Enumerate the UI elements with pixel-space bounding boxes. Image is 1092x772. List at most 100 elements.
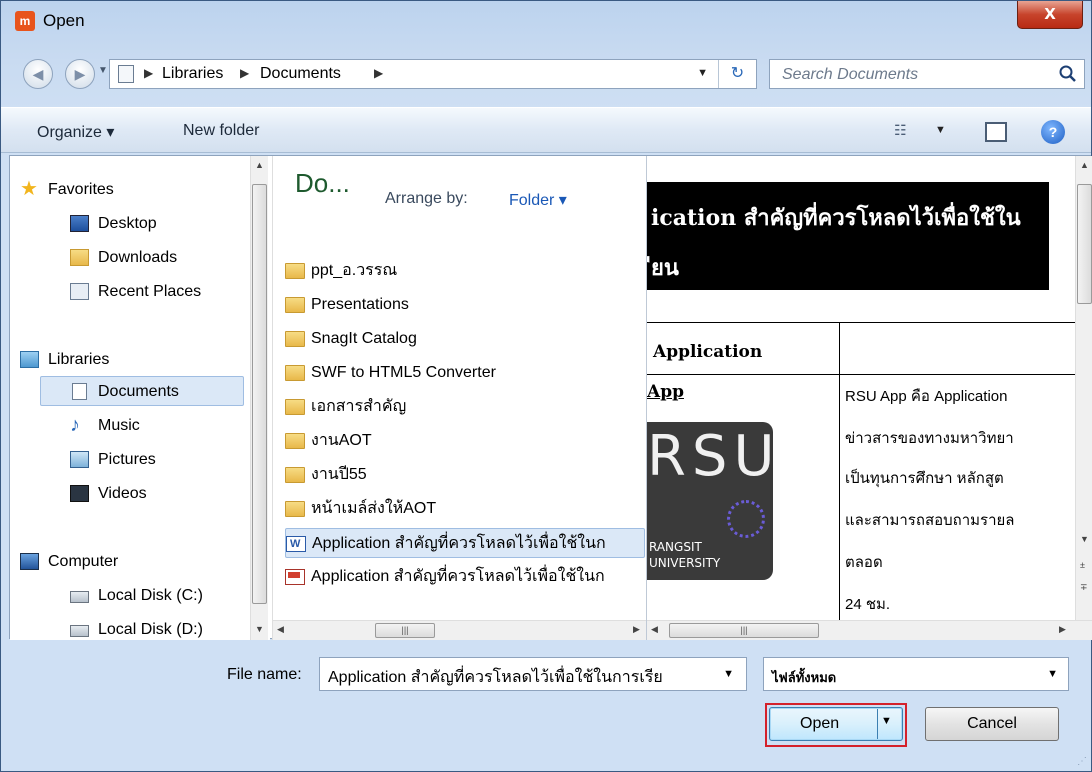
file-name-dropdown-icon[interactable]: ▼ (723, 668, 734, 680)
preview-pane: ication สำคัญที่ควรโหลดไว้เพื่อใช้ใน ียน… (646, 156, 1092, 640)
address-bar[interactable]: ▶ Libraries ▶ Documents ▶ ▼ ↻ (109, 59, 757, 89)
preview-scroll-thumb[interactable] (1077, 184, 1092, 304)
libraries-icon (20, 351, 39, 368)
scroll-left-icon[interactable]: ◀ (277, 624, 284, 635)
preview-text-line: ตลอด (845, 554, 883, 571)
nav-local-disk-c[interactable]: Local Disk (C:) (70, 582, 203, 610)
list-item-selected[interactable]: Application สำคัญที่ควรโหลดไว้เพื่อใช้ใน… (285, 528, 645, 558)
folder-icon (285, 501, 305, 517)
prev-page-icon[interactable]: ± (1080, 560, 1085, 570)
nav-libraries[interactable]: Libraries (20, 346, 109, 374)
breadcrumb-arrow-icon[interactable]: ▶ (144, 66, 153, 80)
preview-vertical-scrollbar[interactable]: ▲ ▼ ± ∓ (1075, 156, 1092, 620)
star-icon: ★ (20, 178, 38, 200)
file-scroll-thumb[interactable]: ||| (375, 623, 435, 638)
list-item[interactable]: หน้าเมล์ส่งให้AOT (285, 494, 645, 524)
search-icon[interactable] (1058, 64, 1078, 84)
music-icon: ♪ (70, 414, 80, 436)
nav-recent-places[interactable]: Recent Places (70, 278, 201, 306)
nav-scroll-thumb[interactable] (252, 184, 267, 604)
nav-vertical-scrollbar[interactable]: ▲ ▼ (250, 156, 268, 640)
nav-documents[interactable]: Documents (72, 378, 179, 406)
list-item[interactable]: งานAOT (285, 426, 645, 456)
nav-downloads[interactable]: Downloads (70, 244, 177, 272)
file-type-dropdown-icon[interactable]: ▼ (1047, 668, 1058, 680)
nav-local-disk-d[interactable]: Local Disk (D:) (70, 616, 203, 640)
rsu-logo-line-1: RANGSIT (649, 540, 702, 554)
file-horizontal-scrollbar[interactable]: ◀ ||| ▶ (273, 620, 646, 640)
scroll-left-icon[interactable]: ◀ (651, 624, 658, 635)
preview-app-link: App (647, 382, 684, 402)
scroll-up-icon[interactable]: ▲ (255, 160, 264, 170)
back-button[interactable]: ◀ (23, 59, 53, 89)
title-bar: m Open X (1, 1, 1091, 43)
list-item[interactable]: SnagIt Catalog (285, 324, 645, 354)
nav-favorites[interactable]: ★ Favorites (20, 176, 114, 204)
forward-button[interactable]: ▶ (65, 59, 95, 89)
disk-d-icon (70, 625, 89, 637)
address-dropdown-icon[interactable]: ▼ (697, 67, 708, 79)
help-icon[interactable]: ? (1041, 120, 1065, 144)
change-view-icon[interactable]: ☷ (894, 122, 907, 139)
nav-music[interactable]: ♪ Music (70, 412, 140, 440)
nav-computer[interactable]: Computer (20, 548, 118, 576)
preview-text-line: 24 ชม. (845, 596, 891, 613)
list-item[interactable]: ppt_อ.วรรณ (285, 256, 645, 286)
list-item[interactable]: เอกสารสำคัญ (285, 392, 645, 422)
list-item[interactable]: งานปี55 (285, 460, 645, 490)
navigation-pane: ★ Favorites Desktop Downloads Recent Pla… (10, 156, 270, 640)
preview-heading-line-1: ication สำคัญที่ควรโหลดไว้เพื่อใช้ใน (651, 205, 1021, 231)
rsu-logo-image: RSU RANGSIT UNIVERSITY (647, 422, 774, 580)
scroll-down-icon[interactable]: ▼ (1080, 534, 1089, 544)
cancel-button[interactable]: Cancel (925, 707, 1059, 741)
preview-pane-icon[interactable] (985, 122, 1007, 142)
preview-column-header: Application (653, 342, 763, 362)
breadcrumb-arrow-icon[interactable]: ▶ (240, 66, 249, 80)
breadcrumb-libraries[interactable]: Libraries (162, 65, 223, 83)
breadcrumb-documents[interactable]: Documents (260, 65, 341, 83)
videos-icon (70, 485, 89, 502)
resize-grip-icon[interactable]: ⋰ (1077, 756, 1087, 767)
scroll-right-icon[interactable]: ▶ (633, 624, 640, 635)
open-split-divider (877, 709, 878, 739)
scroll-right-icon[interactable]: ▶ (1059, 624, 1066, 635)
recent-pages-dropdown-icon[interactable]: ▼ (98, 65, 108, 76)
nav-videos[interactable]: Videos (70, 480, 147, 508)
file-list-pane: Do... Arrange by: Folder ▾ ppt_อ.วรรณ Pr… (272, 156, 646, 640)
view-dropdown-icon[interactable]: ▼ (935, 124, 946, 136)
rsu-logo-text: RSU (647, 424, 781, 489)
list-item[interactable]: SWF to HTML5 Converter (285, 358, 645, 388)
preview-heading-line-2: ียน (651, 255, 679, 281)
organize-button[interactable]: Organize ▾ (37, 122, 114, 142)
refresh-button[interactable]: ↻ (718, 60, 756, 88)
disk-c-icon (70, 591, 89, 603)
preview-horizontal-scrollbar[interactable]: ◀ ||| ▶ (647, 620, 1092, 640)
preview-hscroll-thumb[interactable]: ||| (669, 623, 819, 638)
file-type-select[interactable]: ไฟล์ทั้งหมด ▼ (763, 657, 1069, 691)
arrange-by-dropdown[interactable]: Folder ▾ (509, 190, 567, 210)
breadcrumb-arrow-icon[interactable]: ▶ (374, 66, 383, 80)
folder-icon (285, 263, 305, 279)
list-item[interactable]: Presentations (285, 290, 645, 320)
window-title: Open (43, 11, 85, 30)
next-page-icon[interactable]: ∓ (1080, 582, 1088, 593)
open-dialog: m Open X ◀ ▶ ▼ ▶ Libraries ▶ Documents ▶… (0, 0, 1092, 772)
list-item[interactable]: Application สำคัญที่ควรโหลดไว้เพื่อใช้ใน… (285, 562, 645, 592)
nav-desktop[interactable]: Desktop (70, 210, 157, 238)
computer-icon (20, 553, 39, 570)
nav-pictures[interactable]: Pictures (70, 446, 156, 474)
rsu-emblem-icon (727, 500, 765, 538)
preview-table-divider (839, 322, 840, 622)
scroll-down-icon[interactable]: ▼ (255, 624, 264, 634)
file-name-value[interactable]: Application สำคัญที่ควรโหลดไว้เพื่อใช้ใน… (328, 665, 663, 690)
close-button[interactable]: X (1017, 1, 1083, 29)
preview-text-line: RSU App คือ Application (845, 388, 1008, 405)
scroll-up-icon[interactable]: ▲ (1080, 160, 1089, 170)
preview-heading-block: ication สำคัญที่ควรโหลดไว้เพื่อใช้ใน ียน (647, 182, 1049, 290)
desktop-icon (70, 215, 89, 232)
search-input[interactable]: Search Documents (769, 59, 1085, 89)
rsu-logo-line-2: UNIVERSITY (649, 556, 721, 570)
new-folder-button[interactable]: New folder (183, 122, 259, 140)
open-dropdown-icon[interactable]: ▼ (881, 715, 892, 727)
file-name-field[interactable]: Application สำคัญที่ควรโหลดไว้เพื่อใช้ใน… (319, 657, 747, 691)
